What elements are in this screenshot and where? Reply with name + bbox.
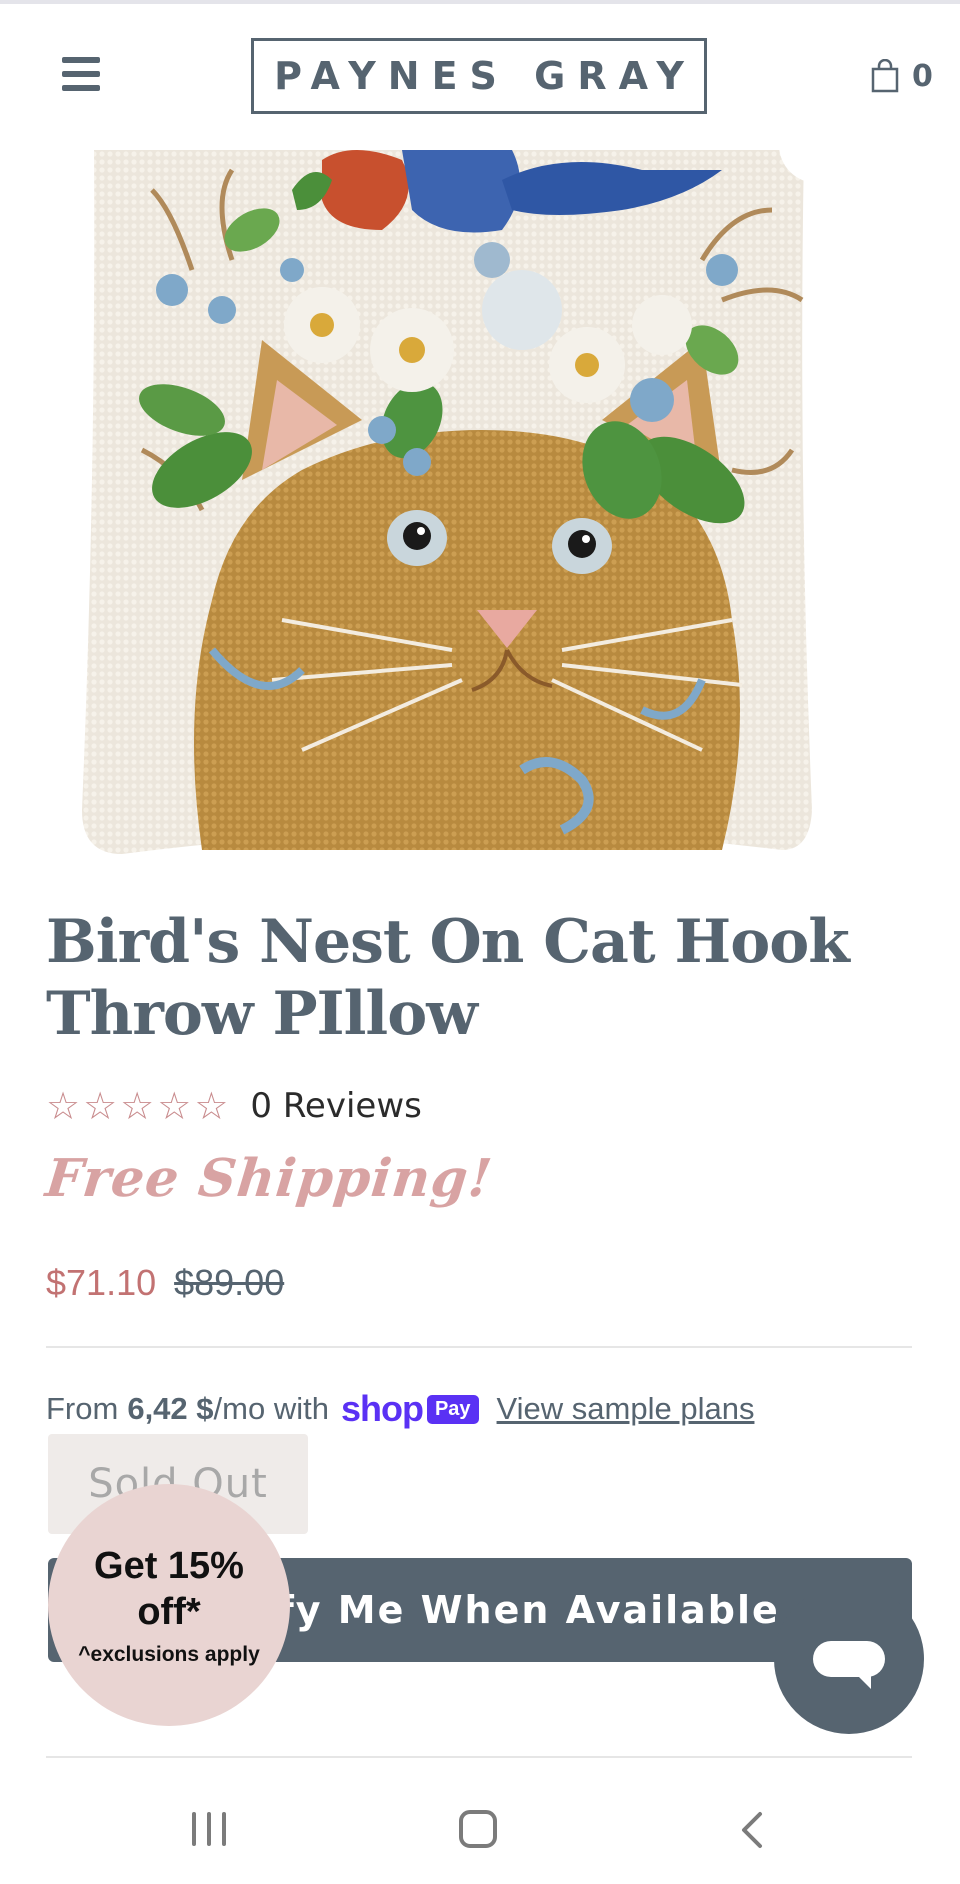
brand-logo[interactable]: PAYNES GRAY: [251, 38, 707, 114]
chat-button[interactable]: [774, 1584, 924, 1734]
price-row: $71.10 $89.00: [46, 1262, 284, 1304]
product-title: Bird's Nest On Cat Hook Throw PIllow: [46, 907, 850, 1049]
home-icon[interactable]: [459, 1810, 497, 1848]
site-header: PAYNES GRAY 0: [0, 4, 960, 144]
product-image[interactable]: [82, 150, 872, 858]
star-rating: ☆ ☆ ☆ ☆ ☆: [46, 1086, 228, 1126]
sale-price: $71.10: [46, 1262, 157, 1303]
product-rating[interactable]: ☆ ☆ ☆ ☆ ☆ 0 Reviews: [46, 1086, 422, 1126]
cart-count: 0: [912, 58, 933, 94]
discount-offer: Get 15% off*: [94, 1545, 244, 1633]
original-price: $89.00: [174, 1262, 285, 1303]
divider: [46, 1756, 912, 1758]
recent-apps-icon[interactable]: [192, 1810, 228, 1846]
shop-pay-installments: From 6,42 $ /mo with shop Pay View sampl…: [46, 1388, 754, 1430]
star-outline-icon: ☆: [194, 1084, 229, 1128]
cart-button[interactable]: 0: [870, 56, 933, 96]
view-sample-plans-link[interactable]: View sample plans: [497, 1391, 755, 1427]
star-outline-icon: ☆: [120, 1084, 155, 1128]
star-outline-icon: ☆: [157, 1084, 192, 1128]
installment-prefix: From: [46, 1391, 119, 1426]
reviews-count[interactable]: 0 Reviews: [250, 1086, 421, 1126]
shop-pay-logo: shop: [340, 1388, 424, 1429]
shop-pay-badge: Pay: [426, 1394, 479, 1424]
free-shipping-banner: Free Shipping!: [42, 1148, 496, 1209]
star-outline-icon: ☆: [46, 1084, 81, 1128]
android-nav-bar: [0, 1774, 960, 1884]
cat-pillow-illustration: [82, 150, 855, 854]
chat-bubble-icon: [813, 1641, 885, 1689]
hamburger-menu-icon[interactable]: [58, 54, 104, 94]
discount-popup-badge[interactable]: Get 15% off* ^exclusions apply: [48, 1484, 290, 1726]
star-outline-icon: ☆: [83, 1084, 118, 1128]
installment-suffix: /mo with: [213, 1391, 329, 1426]
divider: [46, 1346, 912, 1348]
brand-name: PAYNES GRAY: [274, 54, 696, 98]
back-icon[interactable]: [734, 1810, 770, 1850]
discount-exclusions: ^exclusions apply: [78, 1643, 260, 1666]
installment-amount: 6,42 $: [127, 1391, 214, 1426]
shopping-bag-icon: [871, 59, 899, 93]
